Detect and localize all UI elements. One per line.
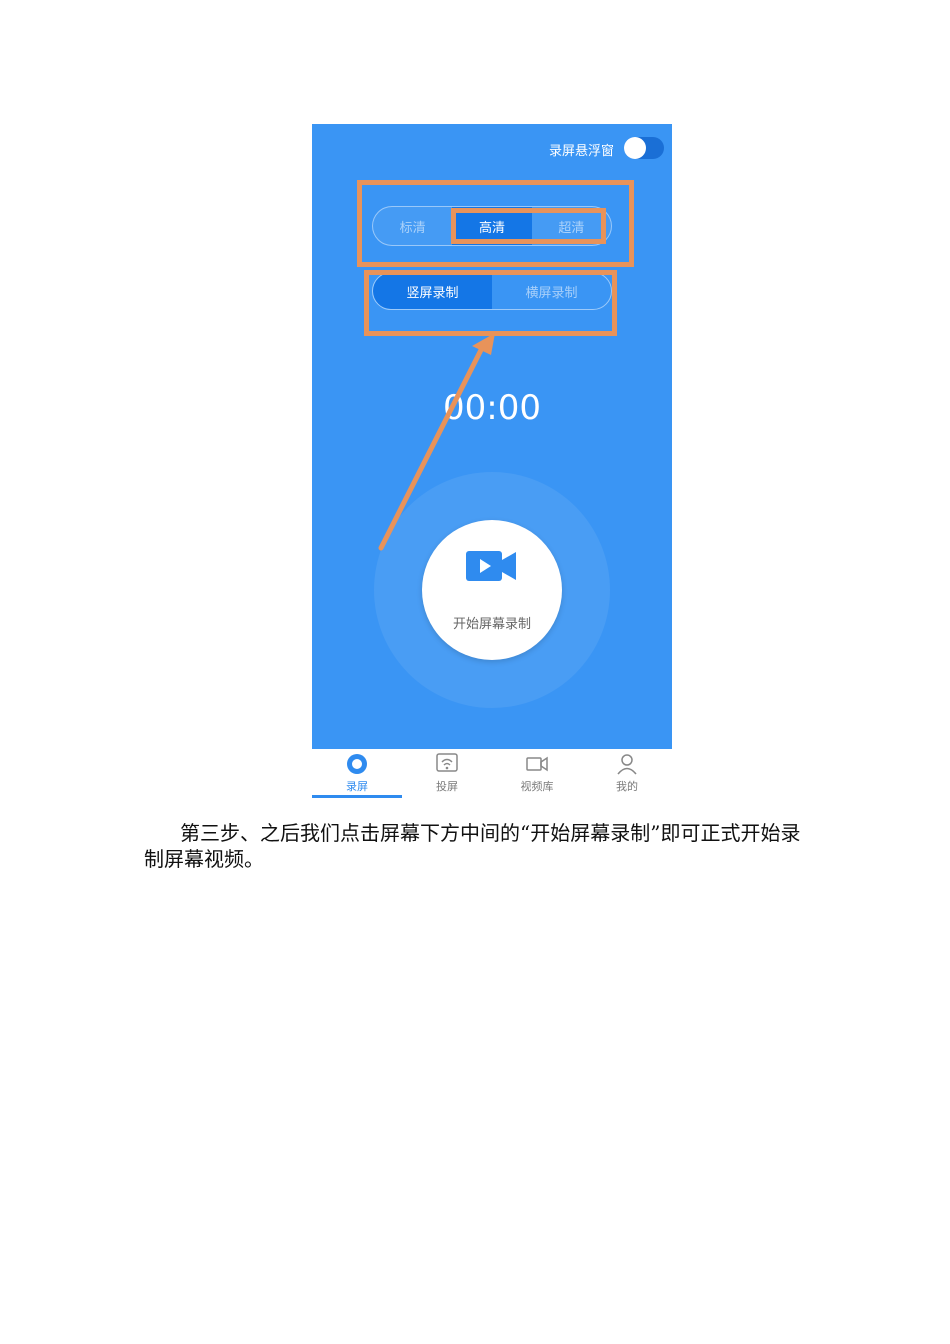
active-tab-indicator xyxy=(312,795,402,798)
instruction-paragraph: 第三步、之后我们点击屏幕下方中间的“开始屏幕录制”即可正式开始录制屏幕视频。 xyxy=(144,820,814,872)
video-camera-icon xyxy=(526,756,548,772)
float-window-toggle[interactable] xyxy=(624,137,664,159)
float-window-label: 录屏悬浮窗 xyxy=(548,144,614,159)
tab-profile[interactable]: 我的 xyxy=(582,749,672,799)
annotation-box-orientation xyxy=(364,270,617,336)
record-icon xyxy=(347,754,367,774)
tab-record[interactable]: 录屏 xyxy=(312,749,402,799)
start-recording-button[interactable]: 开始屏幕录制 xyxy=(422,520,562,660)
video-camera-icon xyxy=(466,551,516,581)
bottom-tab-bar: 录屏 投屏 视频库 我的 xyxy=(312,749,672,799)
tab-video-library[interactable]: 视频库 xyxy=(492,749,582,799)
tab-cast-label: 投屏 xyxy=(436,780,458,793)
tab-cast[interactable]: 投屏 xyxy=(402,749,492,799)
tab-record-label: 录屏 xyxy=(346,780,368,793)
annotation-box-hd xyxy=(451,208,606,244)
tab-video-library-label: 视频库 xyxy=(520,780,554,793)
profile-icon xyxy=(617,754,637,775)
instruction-text: 第三步、之后我们点击屏幕下方中间的“开始屏幕录制”即可正式开始录制屏幕视频。 xyxy=(144,821,801,871)
recording-timer: 00:00 xyxy=(443,388,541,428)
tab-profile-label: 我的 xyxy=(616,780,638,793)
toggle-knob xyxy=(624,137,646,159)
start-recording-label: 开始屏幕录制 xyxy=(452,617,531,632)
cast-icon xyxy=(436,753,458,772)
